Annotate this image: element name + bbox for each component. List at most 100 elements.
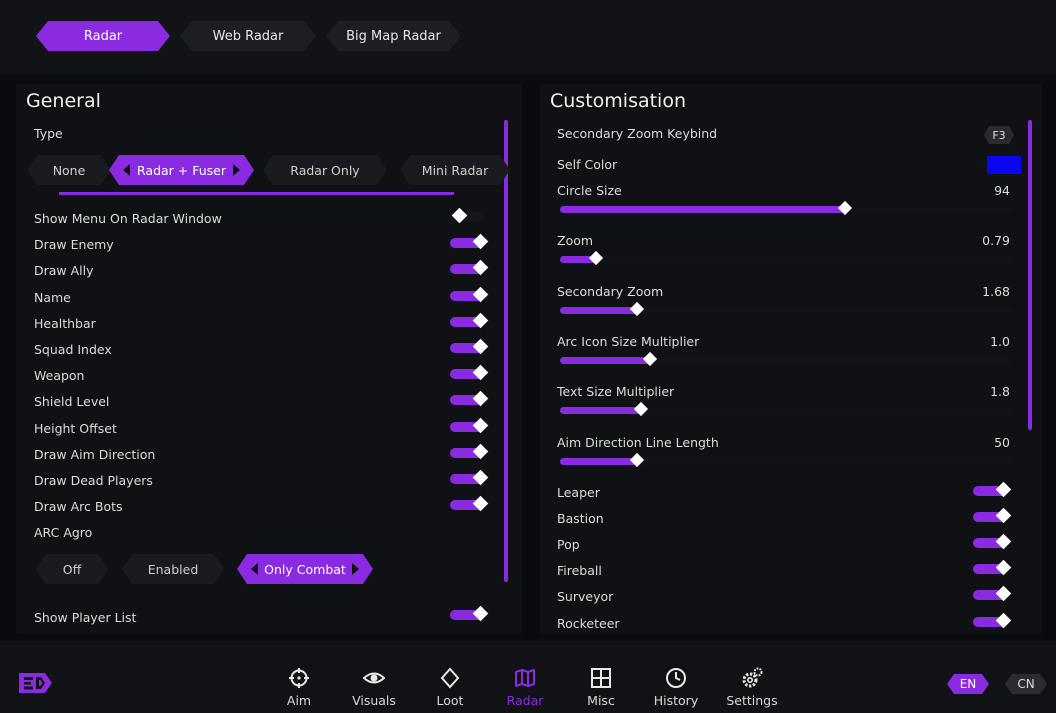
general-toggle-label: Squad Index xyxy=(34,342,112,357)
general-toggle-label: Healthbar xyxy=(34,316,96,331)
gears-icon xyxy=(742,667,763,688)
cust-toggle-switch[interactable] xyxy=(973,612,1012,629)
general-title: General xyxy=(26,90,101,112)
slider-label: Text Size Multiplier xyxy=(557,384,675,399)
language-en-button[interactable]: EN xyxy=(947,674,989,694)
general-toggle-label: Weapon xyxy=(34,368,85,383)
nav-aim[interactable]: Aim xyxy=(264,667,334,708)
nav-misc[interactable]: Misc xyxy=(566,667,636,708)
tab-big-map-radar[interactable]: Big Map Radar xyxy=(326,21,461,51)
cust-toggle-switch[interactable] xyxy=(973,559,1012,576)
general-toggle-label: Draw Aim Direction xyxy=(34,447,156,462)
general-toggle-switch[interactable] xyxy=(450,259,489,276)
type-option-radar-fuser[interactable]: Radar + Fuser xyxy=(109,155,254,185)
general-toggle-switch[interactable] xyxy=(450,364,489,381)
type-scroll-indicator[interactable] xyxy=(59,192,454,195)
cust-toggle-label: Bastion xyxy=(557,511,604,526)
general-toggle-switch[interactable] xyxy=(450,390,489,407)
arrow-left-icon[interactable] xyxy=(123,164,130,176)
slider-label: Zoom xyxy=(557,233,594,248)
nav-history[interactable]: History xyxy=(641,667,711,708)
general-toggle-label: Draw Ally xyxy=(34,263,94,278)
slider-label: Circle Size xyxy=(557,183,622,198)
cust-toggle-switch[interactable] xyxy=(973,481,1012,498)
general-toggle-switch[interactable] xyxy=(450,286,489,303)
tab-web-radar[interactable]: Web Radar xyxy=(180,21,316,51)
general-panel: General Type None Radar + Fuser Radar On… xyxy=(16,84,522,634)
nav-settings[interactable]: Settings xyxy=(717,667,787,708)
general-toggle-label: Height Offset xyxy=(34,421,117,436)
slider-track[interactable] xyxy=(560,401,1012,417)
general-toggle-switch[interactable] xyxy=(450,495,489,512)
general-scrollbar[interactable] xyxy=(504,120,508,582)
general-toggle-switch[interactable] xyxy=(450,233,489,250)
general-toggle-label: Shield Level xyxy=(34,394,110,409)
slider-value: 1.8 xyxy=(990,384,1010,399)
diamond-icon xyxy=(440,667,460,689)
slider-label: Arc Icon Size Multiplier xyxy=(557,334,700,349)
crosshair-icon xyxy=(289,668,309,688)
nav-radar[interactable]: Radar xyxy=(490,667,560,708)
slider-label: Aim Direction Line Length xyxy=(557,435,719,450)
slider-value: 0.79 xyxy=(982,233,1010,248)
arrow-left-icon[interactable] xyxy=(251,563,258,575)
secondary-zoom-keybind-label: Secondary Zoom Keybind xyxy=(557,126,718,141)
type-option-none[interactable]: None xyxy=(27,155,111,185)
map-icon xyxy=(515,669,535,687)
customisation-scrollbar[interactable] xyxy=(1028,120,1032,430)
slider-value: 1.0 xyxy=(990,334,1010,349)
slider-track[interactable] xyxy=(560,351,1012,367)
general-toggle-label: Draw Enemy xyxy=(34,237,114,252)
cust-toggle-label: Leaper xyxy=(557,485,600,500)
cust-toggle-label: Fireball xyxy=(557,563,602,578)
arrow-right-icon[interactable] xyxy=(352,563,359,575)
general-toggle-switch[interactable] xyxy=(450,338,489,355)
arc-agro-option-off[interactable]: Off xyxy=(36,554,108,584)
general-toggle-switch[interactable] xyxy=(450,207,488,224)
arc-agro-option-only-combat[interactable]: Only Combat xyxy=(237,554,373,584)
cust-toggle-label: Pop xyxy=(557,537,580,552)
arc-agro-label: ARC Agro xyxy=(34,525,93,540)
type-option-mini-radar[interactable]: Mini Radar xyxy=(400,155,510,185)
nav-loot[interactable]: Loot xyxy=(415,667,485,708)
secondary-zoom-keybind-button[interactable]: F3 xyxy=(984,126,1014,144)
tab-radar[interactable]: Radar xyxy=(36,21,170,51)
cust-toggle-label: Rocketeer xyxy=(557,616,620,631)
general-toggle-label: Name xyxy=(34,290,71,305)
self-color-swatch[interactable] xyxy=(987,156,1021,174)
type-label: Type xyxy=(34,126,63,141)
cust-toggle-switch[interactable] xyxy=(973,533,1012,550)
general-toggle-label: Draw Dead Players xyxy=(34,473,153,488)
slider-value: 1.68 xyxy=(982,284,1010,299)
customisation-panel: Customisation Secondary Zoom Keybind F3 … xyxy=(540,84,1042,634)
arc-agro-option-enabled[interactable]: Enabled xyxy=(122,554,224,584)
cust-toggle-label: Surveyor xyxy=(557,589,614,604)
general-toggle-switch[interactable] xyxy=(450,417,489,434)
arrow-right-icon[interactable] xyxy=(233,164,240,176)
customisation-title: Customisation xyxy=(550,90,687,112)
slider-value: 50 xyxy=(994,435,1010,450)
slider-label: Secondary Zoom xyxy=(557,284,664,299)
slider-track[interactable] xyxy=(560,301,1012,317)
general-toggle-switch[interactable] xyxy=(450,312,489,329)
language-cn-button[interactable]: CN xyxy=(1005,674,1047,694)
cust-toggle-switch[interactable] xyxy=(973,585,1012,602)
grid-icon xyxy=(591,668,611,688)
general-toggle-switch[interactable] xyxy=(450,443,489,460)
slider-track[interactable] xyxy=(560,452,1012,468)
type-option-radar-only[interactable]: Radar Only xyxy=(263,155,387,185)
self-color-label: Self Color xyxy=(557,157,618,172)
cust-toggle-switch[interactable] xyxy=(973,507,1012,524)
slider-track[interactable] xyxy=(560,200,1012,216)
eye-icon xyxy=(363,672,385,684)
general-toggle-switch[interactable] xyxy=(450,469,489,486)
slider-value: 94 xyxy=(994,183,1010,198)
general-toggle-label: Show Menu On Radar Window xyxy=(34,211,222,226)
logo-icon xyxy=(19,673,52,693)
general-toggle-label: Draw Arc Bots xyxy=(34,499,123,514)
nav-visuals[interactable]: Visuals xyxy=(339,667,409,708)
top-tab-bar: Radar Web Radar Big Map Radar xyxy=(0,0,1056,74)
slider-track[interactable] xyxy=(560,250,1012,266)
show-player-list-label: Show Player List xyxy=(34,610,137,625)
show-player-list-toggle[interactable] xyxy=(450,605,489,622)
